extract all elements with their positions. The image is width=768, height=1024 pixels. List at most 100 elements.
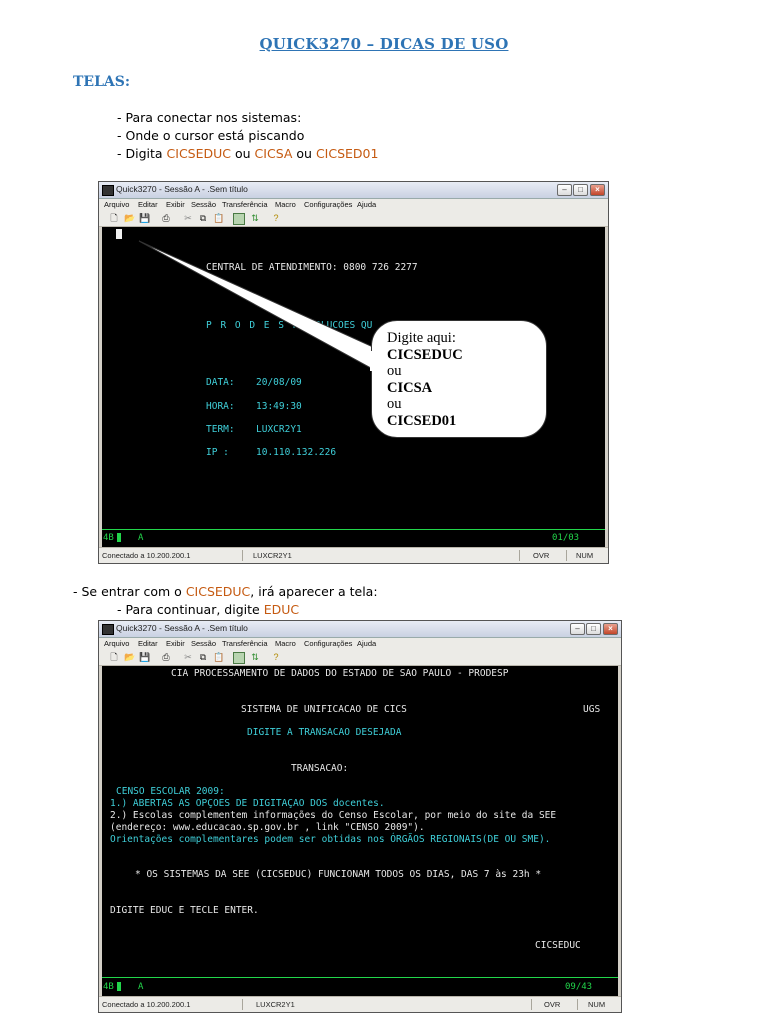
step-connect: - Para conectar nos sistemas: bbox=[117, 110, 302, 125]
menu-macro[interactable]: Macro bbox=[275, 200, 296, 209]
print-icon[interactable]: ⎙ bbox=[161, 652, 171, 662]
menu-arquivo[interactable]: Arquivo bbox=[104, 639, 129, 648]
status-bar: Conectado a 10.200.200.1 LUXCR2Y1 OVR NU… bbox=[99, 996, 621, 1012]
transacao-label: TRANSACAO: bbox=[291, 763, 349, 774]
ip-label: IP : bbox=[206, 447, 229, 458]
continue-text: - Para continuar, digite EDUC bbox=[117, 602, 299, 617]
menu-bar: Arquivo Editar Exibir Sessão Transferênc… bbox=[99, 199, 608, 211]
minimize-icon[interactable]: – bbox=[557, 184, 572, 196]
censo-item-2: 2.) Escolas complementem informações do … bbox=[110, 810, 557, 821]
step-type: - Digita CICSEDUC ou CICSA ou CICSED01 bbox=[117, 146, 378, 161]
system-title: SISTEMA DE UNIFICACAO DE CICS bbox=[241, 704, 407, 715]
document-title: QUICK3270 – DICAS DE USO bbox=[259, 35, 509, 53]
prodesp-tail: - SOLUCOES QU bbox=[298, 320, 373, 331]
continue-code: EDUC bbox=[263, 602, 300, 617]
menu-transferencia[interactable]: Transferência bbox=[222, 200, 268, 209]
menu-exibir[interactable]: Exibir bbox=[166, 200, 185, 209]
ovr-indicator: OVR bbox=[544, 1000, 561, 1009]
callout-line: ou bbox=[387, 363, 402, 379]
save-icon[interactable]: 💾 bbox=[139, 213, 150, 223]
minimize-icon[interactable]: – bbox=[570, 623, 585, 635]
save-icon[interactable]: 💾 bbox=[139, 652, 150, 662]
paste-icon[interactable]: 📋 bbox=[213, 213, 224, 223]
menu-macro[interactable]: Macro bbox=[275, 639, 296, 648]
terminal-id: LUXCR2Y1 bbox=[256, 1000, 295, 1009]
connection-status: Conectado a 10.200.200.1 bbox=[102, 1000, 191, 1009]
callout-joint bbox=[370, 351, 374, 371]
educ-instruction: DIGITE EDUC E TECLE ENTER. bbox=[110, 905, 259, 916]
title-bar: Quick3270 - Sessão A - .Sem título – □ × bbox=[99, 182, 608, 199]
menu-arquivo[interactable]: Arquivo bbox=[104, 200, 129, 209]
callout-bubble: Digite aqui: CICSEDUC ou CICSA ou CICSED… bbox=[371, 320, 547, 438]
menu-sessao[interactable]: Sessão bbox=[191, 639, 216, 648]
maximize-icon[interactable]: □ bbox=[586, 623, 601, 635]
central-atendimento: CENTRAL DE ATENDIMENTO: 0800 726 2277 bbox=[206, 262, 418, 273]
menu-configuracoes[interactable]: Configurações bbox=[304, 639, 352, 648]
prodesp-header: CIA PROCESSAMENTO DE DADOS DO ESTADO DE … bbox=[171, 668, 509, 679]
prodesp-label: P R O D E S P bbox=[206, 320, 300, 331]
censo-item-3: Orientações complementares podem ser obt… bbox=[110, 834, 551, 845]
or-text: ou bbox=[231, 146, 255, 161]
cursor-position: 01/03 bbox=[552, 533, 580, 543]
censo-item-1: 1.) ABERTAS AS OPÇOES DE DIGITAÇAO DOS d… bbox=[110, 798, 385, 809]
section-heading: TELAS: bbox=[73, 74, 131, 90]
paste-icon[interactable]: 📋 bbox=[213, 652, 224, 662]
close-icon[interactable]: × bbox=[590, 184, 605, 196]
terminal-screen[interactable]: CIA PROCESSAMENTO DE DADOS DO ESTADO DE … bbox=[102, 666, 618, 997]
transaction-prompt: DIGITE A TRANSACAO DESEJADA bbox=[247, 727, 402, 738]
callout-option: CICSED01 bbox=[387, 412, 457, 429]
transfer-icon[interactable]: ⇅ bbox=[250, 213, 260, 223]
help-icon[interactable]: ? bbox=[271, 652, 281, 662]
window-title: Quick3270 - Sessão A - .Sem título bbox=[116, 184, 248, 194]
print-icon[interactable]: ⎙ bbox=[161, 213, 171, 223]
maximize-icon[interactable]: □ bbox=[573, 184, 588, 196]
term-value: LUXCR2Y1 bbox=[256, 424, 302, 435]
connection-status: Conectado a 10.200.200.1 bbox=[102, 551, 191, 560]
term-label: TERM: bbox=[206, 424, 235, 435]
copy-icon[interactable]: ⧉ bbox=[198, 652, 208, 662]
terminal-cursor bbox=[116, 229, 122, 239]
menu-exibir[interactable]: Exibir bbox=[166, 639, 185, 648]
menu-bar: Arquivo Editar Exibir Sessão Transferênc… bbox=[99, 638, 621, 650]
new-file-icon[interactable]: 🗋 bbox=[109, 652, 119, 662]
menu-editar[interactable]: Editar bbox=[138, 200, 158, 209]
menu-configuracoes[interactable]: Configurações bbox=[304, 200, 352, 209]
menu-editar[interactable]: Editar bbox=[138, 639, 158, 648]
new-file-icon[interactable]: 🗋 bbox=[109, 213, 119, 223]
transfer-icon[interactable]: ⇅ bbox=[250, 652, 260, 662]
num-indicator: NUM bbox=[588, 1000, 606, 1009]
status-bar: Conectado a 10.200.200.1 LUXCR2Y1 OVR NU… bbox=[99, 547, 608, 563]
data-label: DATA: bbox=[206, 377, 235, 388]
menu-ajuda[interactable]: Ajuda bbox=[357, 639, 376, 648]
open-folder-icon[interactable]: 📂 bbox=[124, 213, 135, 223]
open-folder-icon[interactable]: 📂 bbox=[124, 652, 135, 662]
menu-ajuda[interactable]: Ajuda bbox=[357, 200, 376, 209]
enter-prefix: - Se entrar com o bbox=[73, 584, 186, 599]
menu-transferencia[interactable]: Transferência bbox=[222, 639, 268, 648]
hora-label: HORA: bbox=[206, 401, 235, 412]
menu-sessao[interactable]: Sessão bbox=[191, 200, 216, 209]
system-hours-notice: * OS SISTEMAS DA SEE (CICSEDUC) FUNCIONA… bbox=[135, 869, 542, 880]
help-icon[interactable]: ? bbox=[271, 213, 281, 223]
terminal-id: LUXCR2Y1 bbox=[253, 551, 292, 560]
copy-icon[interactable]: ⧉ bbox=[198, 213, 208, 223]
ugs-label: UGS bbox=[583, 704, 601, 715]
censo-heading: CENSO ESCOLAR 2009: bbox=[116, 786, 225, 797]
step-type-prefix: - Digita bbox=[117, 146, 167, 161]
option-cicsa: CICSA bbox=[254, 146, 293, 161]
quick3270-window-2: Quick3270 - Sessão A - .Sem título – □ ×… bbox=[98, 620, 622, 1013]
cut-icon[interactable]: ✂ bbox=[183, 652, 193, 662]
callout-line: Digite aqui: bbox=[387, 330, 456, 346]
callout-option: CICSA bbox=[387, 379, 433, 396]
status-divider bbox=[531, 999, 532, 1010]
app-icon bbox=[102, 185, 114, 196]
oia-indicator: 4B bbox=[103, 982, 114, 992]
cut-icon[interactable]: ✂ bbox=[183, 213, 193, 223]
enter-cicseduc-text: - Se entrar com o CICSEDUC, irá aparecer… bbox=[73, 584, 378, 599]
oia-block bbox=[117, 982, 121, 991]
toolbar: 🗋 📂 💾 ⎙ ✂ ⧉ 📋 ⇅ ? bbox=[99, 211, 608, 227]
screen-icon[interactable] bbox=[233, 213, 245, 225]
status-divider bbox=[577, 999, 578, 1010]
close-icon[interactable]: × bbox=[603, 623, 618, 635]
screen-icon[interactable] bbox=[233, 652, 245, 664]
